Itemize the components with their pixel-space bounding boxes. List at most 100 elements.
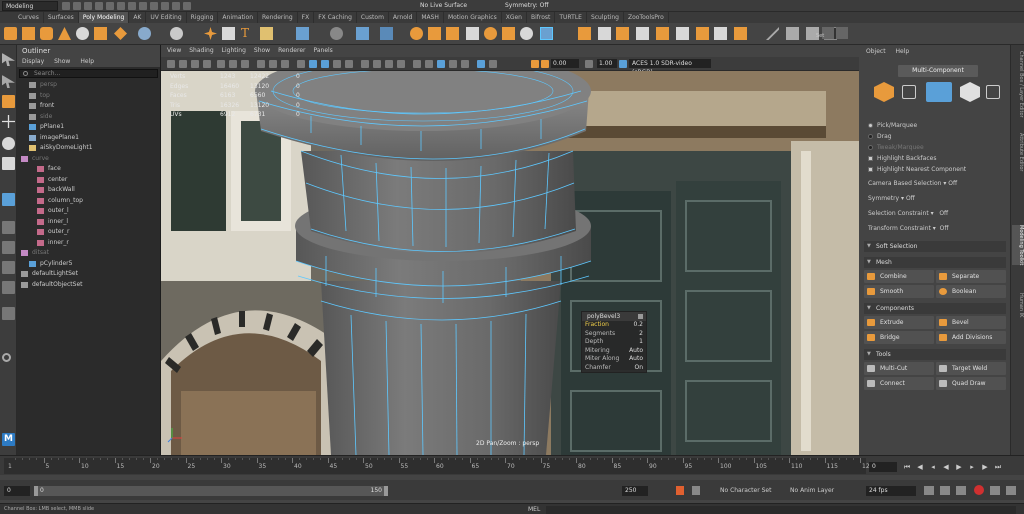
layout-two-icon[interactable] <box>2 241 15 254</box>
open-scene-icon[interactable] <box>73 2 81 10</box>
selection-constraint[interactable]: Selection Constraint ▾ Off <box>868 209 948 219</box>
layout-outliner-icon[interactable] <box>2 261 15 274</box>
shelf-tab[interactable]: XGen <box>502 12 527 23</box>
outliner-item[interactable]: inner_r <box>17 238 160 249</box>
combine-shelf-icon[interactable] <box>296 27 309 40</box>
bevel-attribute-row[interactable]: Chamfer On <box>582 364 646 373</box>
viewport-menu-item[interactable]: Shading <box>189 45 213 57</box>
separate-shelf-icon[interactable] <box>330 27 343 40</box>
soccer-ball-icon[interactable] <box>222 27 235 40</box>
outliner-search-input[interactable]: Search... <box>19 69 158 78</box>
bevel-attribute-row[interactable]: Mitering Auto <box>582 347 646 356</box>
xray-components-icon[interactable] <box>461 60 469 68</box>
shelf-tab[interactable]: Custom <box>357 12 389 23</box>
anti-aliasing-icon[interactable] <box>397 60 405 68</box>
uv-straighten-icon[interactable] <box>714 27 727 40</box>
side-tab[interactable]: Attribute Editor <box>1012 133 1024 171</box>
image-plane-toggle-icon[interactable] <box>203 60 211 68</box>
grid-toggle-icon[interactable] <box>217 60 225 68</box>
outliner-item[interactable]: center <box>17 175 160 186</box>
shelf-tab[interactable]: Sculpting <box>587 12 624 23</box>
fps-dropdown[interactable]: 24 fps <box>866 486 916 496</box>
outliner-menu-item[interactable]: Help <box>80 57 94 67</box>
new-scene-icon[interactable] <box>62 2 70 10</box>
character-icon[interactable] <box>990 486 1000 495</box>
outliner-item[interactable]: backWall <box>17 185 160 196</box>
mesh-section-header[interactable]: Mesh <box>864 257 1006 268</box>
merge-icon[interactable] <box>540 27 553 40</box>
smooth-shelf-icon[interactable] <box>356 27 369 40</box>
snap-point-icon[interactable] <box>172 2 180 10</box>
xray-icon[interactable] <box>437 60 445 68</box>
color-space-dropdown[interactable]: ACES 1.0 SDR-video (sRGB) <box>629 59 711 76</box>
edge-mode-icon[interactable] <box>926 82 952 102</box>
isolate-select-icon[interactable] <box>425 60 433 68</box>
bridge-shelf-icon[interactable] <box>428 27 441 40</box>
shelf-tab[interactable]: Arnold <box>389 12 418 23</box>
shelf-tab[interactable]: AK <box>129 12 147 23</box>
poly-disc-icon[interactable] <box>114 27 127 40</box>
end-time-field[interactable]: 250 <box>622 486 648 496</box>
text-type-icon[interactable]: T <box>241 27 254 40</box>
outliner-item[interactable]: side <box>17 112 160 123</box>
outliner-item[interactable]: outer_r <box>17 227 160 238</box>
snap-plane-icon[interactable] <box>183 2 191 10</box>
outliner-item[interactable]: front <box>17 101 160 112</box>
multi-component-button[interactable]: Multi-Component <box>898 65 978 77</box>
bevel-attribute-row[interactable]: Segments 2 <box>582 330 646 339</box>
playback-options-icon[interactable] <box>956 486 966 495</box>
shelf-tab[interactable]: FX <box>298 12 315 23</box>
smooth-shade-icon[interactable] <box>309 60 317 68</box>
wireframe-on-shaded-icon[interactable] <box>321 60 329 68</box>
character-set-dropdown[interactable]: No Character Set <box>720 486 771 496</box>
outliner-item[interactable]: pPlane1 <box>17 122 160 133</box>
sphere-type-icon[interactable] <box>204 27 217 40</box>
ambient-occlusion-icon[interactable] <box>373 60 381 68</box>
bevel-inview-editor[interactable]: polyBevel3 Fraction 0.2 Segments 2 Depth 1 Mit… <box>581 311 647 373</box>
bevel-attribute-value[interactable]: Auto <box>629 347 643 356</box>
step-back-frame-icon[interactable]: ◂ <box>929 463 937 471</box>
shelf-tab[interactable]: Motion Graphics <box>444 12 502 23</box>
bevel-shelf-icon[interactable] <box>446 27 459 40</box>
viewport-menu-item[interactable]: Show <box>254 45 270 57</box>
shelf-tab[interactable]: MASH <box>417 12 444 23</box>
bookmark-icon[interactable] <box>191 60 199 68</box>
snap-grid-icon[interactable] <box>150 2 158 10</box>
lasso-tool-icon[interactable] <box>2 75 15 88</box>
multi-cut-button[interactable]: Multi-Cut <box>864 362 934 375</box>
uv-unfold-icon[interactable] <box>636 27 649 40</box>
play-forwards-icon[interactable]: ▶ <box>955 463 963 471</box>
hud-icon[interactable] <box>531 60 539 68</box>
select-component-icon[interactable] <box>139 2 147 10</box>
gate-mask-icon[interactable] <box>257 60 265 68</box>
poly-cylinder-icon[interactable] <box>40 27 53 40</box>
toggle-panels-icon[interactable] <box>836 27 848 39</box>
target-weld-button[interactable]: Target Weld <box>936 362 1006 375</box>
xray-joints-icon[interactable] <box>449 60 457 68</box>
bevel-attribute-row[interactable]: Fraction 0.2 <box>582 321 646 330</box>
shelf-tab[interactable]: Surfaces <box>44 12 79 23</box>
uv-mode-icon[interactable] <box>986 85 1000 99</box>
uv-auto-icon[interactable] <box>616 27 629 40</box>
animation-prefs-icon[interactable] <box>1006 486 1016 495</box>
poly-cone-icon[interactable] <box>58 27 71 40</box>
outliner-item[interactable]: defaultLightSet <box>17 269 160 280</box>
smooth-button[interactable]: Smooth <box>864 285 934 298</box>
outliner-item[interactable]: curve <box>17 154 160 165</box>
go-to-end-icon[interactable]: ⏭ <box>994 463 1002 471</box>
shadows-icon[interactable] <box>361 60 369 68</box>
poly-sphere-icon[interactable] <box>4 27 17 40</box>
outliner-item[interactable]: ditsat <box>17 248 160 259</box>
outliner-item[interactable]: outer_l <box>17 206 160 217</box>
object-mode-icon[interactable] <box>874 82 894 102</box>
layout-single-icon[interactable] <box>2 193 15 206</box>
shelf-tab[interactable]: Poly Modeling <box>78 12 130 23</box>
layout-hypershade-icon[interactable] <box>2 307 15 320</box>
append-polygon-icon[interactable] <box>484 27 497 40</box>
boolean-button[interactable]: Boolean <box>936 285 1006 298</box>
uv-cut-icon[interactable] <box>676 27 689 40</box>
toolkit-menu-item[interactable]: Help <box>896 45 910 59</box>
wedge-icon[interactable] <box>520 27 533 40</box>
shelf-tab[interactable]: ZooToolsPro <box>624 12 669 23</box>
outliner-menu-item[interactable]: Display <box>22 57 44 67</box>
